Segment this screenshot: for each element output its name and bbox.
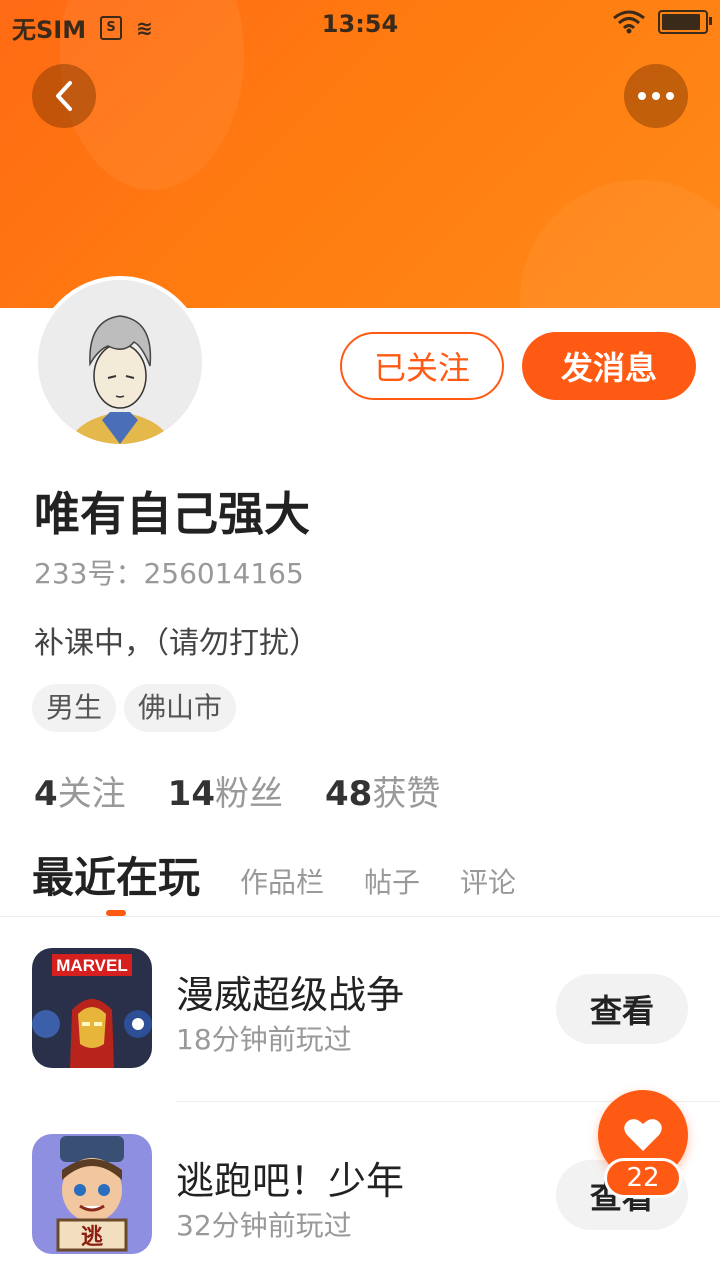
- username: 唯有自己强大: [34, 487, 310, 541]
- more-button[interactable]: [624, 64, 688, 128]
- chevron-left-icon: [56, 81, 72, 111]
- tag-gender: 男生: [32, 684, 117, 732]
- stat-label: 获赞: [372, 774, 441, 814]
- battery-icon: [658, 10, 712, 34]
- like-count-badge: 22: [604, 1158, 682, 1198]
- stat-label: 粉丝: [215, 774, 283, 814]
- stat-number: 14: [167, 774, 215, 814]
- game-title: 逃跑吧！少年: [176, 1159, 405, 1203]
- stat-following[interactable]: 4关注: [34, 766, 126, 815]
- view-button[interactable]: 查看: [556, 974, 688, 1044]
- avatar[interactable]: [34, 276, 206, 448]
- heart-icon: [624, 1119, 662, 1151]
- game-icon-marvel: MARVEL: [32, 948, 152, 1068]
- list-item[interactable]: MARVEL 漫威超级战争 18分钟前玩过 查看: [0, 930, 720, 1090]
- back-button[interactable]: [32, 64, 96, 128]
- avatar-image: [38, 280, 202, 444]
- send-message-button[interactable]: 发消息: [522, 332, 696, 400]
- stat-label: 关注: [57, 774, 126, 814]
- user-id: 233号：256014165: [34, 557, 304, 590]
- status-bar: 无SIM S ≋ 13:54: [0, 0, 720, 50]
- profile-stats: 4关注 14粉丝 48获赞: [34, 766, 440, 815]
- game-icon-escape: 逃: [32, 1134, 152, 1254]
- divider: [0, 916, 720, 917]
- banner-decoration: [520, 180, 720, 308]
- stat-number: 48: [325, 774, 373, 814]
- more-horizontal-icon: [638, 92, 674, 100]
- tab-comments[interactable]: 评论: [460, 861, 516, 901]
- profile-tags: 男生 佛山市: [32, 684, 237, 732]
- profile-tabs: 最近在玩 作品栏 帖子 评论: [32, 844, 516, 905]
- tag-city: 佛山市: [124, 684, 237, 732]
- followed-button[interactable]: 已关注: [340, 332, 504, 400]
- game-icon-text: MARVEL: [56, 956, 127, 975]
- stat-likes[interactable]: 48获赞: [325, 766, 440, 815]
- last-played: 18分钟前玩过: [176, 1023, 352, 1056]
- tab-posts[interactable]: 帖子: [364, 861, 420, 901]
- game-title: 漫威超级战争: [176, 973, 405, 1017]
- stat-followers[interactable]: 14粉丝: [168, 766, 283, 815]
- tab-works[interactable]: 作品栏: [240, 861, 324, 901]
- tab-recently-played[interactable]: 最近在玩: [32, 844, 200, 905]
- stat-number: 4: [34, 774, 58, 814]
- game-icon-text: 逃: [81, 1225, 104, 1250]
- wifi-icon: [613, 10, 645, 34]
- last-played: 32分钟前玩过: [176, 1209, 352, 1242]
- user-bio: 补课中，（请勿打扰）: [34, 626, 319, 661]
